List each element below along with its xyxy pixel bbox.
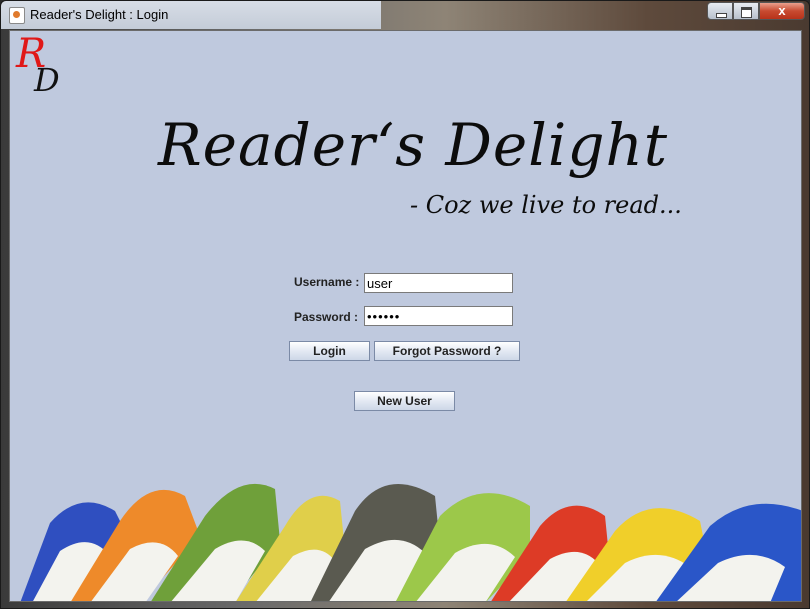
rd-logo: R D [14,31,68,99]
close-button[interactable]: x [759,2,805,20]
java-app-icon[interactable] [9,7,25,24]
title-bar[interactable]: Reader's Delight : Login x [1,1,809,29]
password-label: Password : [294,310,359,324]
window-title: Reader's Delight : Login [30,7,169,22]
login-button[interactable]: Login [289,341,370,361]
password-input[interactable] [364,306,513,326]
forgot-password-button[interactable]: Forgot Password ? [374,341,520,361]
new-user-button[interactable]: New User [354,391,455,411]
books-banner [20,483,801,601]
login-window: Reader's Delight : Login x R D Reader‘s … [0,0,810,609]
app-title: Reader‘s Delight [158,111,669,179]
login-panel: R D Reader‘s Delight - Coz we live to re… [9,30,802,602]
minimize-button[interactable] [707,2,733,20]
app-tagline: - Coz we live to read... [410,191,682,219]
window-controls: x [707,2,805,21]
maximize-button[interactable] [733,2,759,20]
logo-letter-d: D [34,61,60,99]
username-input[interactable] [364,273,513,293]
username-label: Username : [294,275,360,289]
